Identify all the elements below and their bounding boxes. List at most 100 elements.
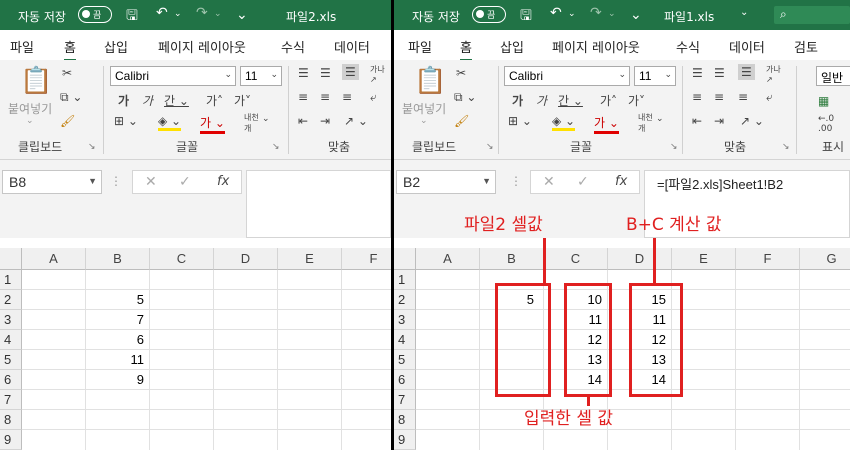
- cell-b5[interactable]: 11: [86, 350, 150, 370]
- tab-home[interactable]: 홈: [64, 37, 76, 62]
- tab-review[interactable]: 검토: [794, 37, 818, 56]
- paste-label[interactable]: 붙여넣기: [402, 100, 446, 117]
- redo-icon[interactable]: ↷: [196, 5, 208, 21]
- chevron-down-icon[interactable]: ⌄: [262, 114, 270, 124]
- row-header[interactable]: 9: [0, 430, 22, 450]
- row-header[interactable]: 1: [394, 270, 416, 290]
- column-header[interactable]: D: [608, 248, 672, 270]
- chevron-down-icon[interactable]: ⌄: [174, 9, 182, 19]
- border-icon[interactable]: ⊞ ⌄: [114, 114, 138, 128]
- underline-icon[interactable]: 간 ⌄: [558, 92, 583, 109]
- row-header[interactable]: 4: [394, 330, 416, 350]
- align-center-icon[interactable]: ≡: [714, 90, 724, 104]
- bold-icon[interactable]: 가: [512, 92, 523, 109]
- row-header[interactable]: 2: [0, 290, 22, 310]
- autosave-toggle[interactable]: 끔: [78, 6, 112, 23]
- chevron-down-icon[interactable]: ⌄: [608, 9, 616, 19]
- dialog-launcher-icon[interactable]: ↘: [486, 142, 494, 152]
- formula-input[interactable]: [246, 170, 391, 238]
- cell-b6[interactable]: 9: [86, 370, 150, 390]
- align-right-icon[interactable]: ≡: [342, 90, 352, 104]
- row-header[interactable]: 7: [394, 390, 416, 410]
- row-header[interactable]: 8: [394, 410, 416, 430]
- increase-font-icon[interactable]: 가˄: [206, 92, 223, 109]
- row-header[interactable]: 5: [0, 350, 22, 370]
- dialog-launcher-icon[interactable]: ↘: [782, 142, 790, 152]
- increase-decimal-icon[interactable]: ←.0.00: [818, 114, 834, 134]
- align-right-icon[interactable]: ≡: [738, 90, 748, 104]
- cell-b2[interactable]: 5: [86, 290, 150, 310]
- tab-home[interactable]: 홈: [460, 37, 472, 62]
- dialog-launcher-icon[interactable]: ↘: [88, 142, 96, 152]
- chevron-down-icon[interactable]: ⌄: [568, 9, 576, 19]
- format-painter-icon[interactable]: 🖌: [454, 114, 469, 128]
- font-name-combo[interactable]: Calibri ⌄: [504, 66, 630, 86]
- font-size-combo[interactable]: 11 ⌄: [634, 66, 676, 86]
- row-header[interactable]: 3: [0, 310, 22, 330]
- row-header[interactable]: 1: [0, 270, 22, 290]
- enter-icon[interactable]: ✓: [577, 174, 589, 190]
- align-bottom-icon[interactable]: ☰: [738, 64, 755, 80]
- row-header[interactable]: 7: [0, 390, 22, 410]
- number-format-combo[interactable]: 일반: [816, 66, 850, 86]
- undo-icon[interactable]: ↶: [550, 5, 562, 21]
- increase-indent-icon[interactable]: ⇥: [714, 114, 724, 128]
- tab-page-layout[interactable]: 페이지 레이아웃: [552, 37, 640, 56]
- column-header[interactable]: B: [86, 248, 150, 270]
- column-header[interactable]: F: [736, 248, 800, 270]
- increase-indent-icon[interactable]: ⇥: [320, 114, 330, 128]
- row-header[interactable]: 5: [394, 350, 416, 370]
- insert-function-icon[interactable]: fx: [217, 174, 229, 189]
- column-header[interactable]: F: [342, 248, 391, 270]
- font-color-icon[interactable]: 가 ⌄: [594, 114, 619, 134]
- accounting-format-icon[interactable]: ▦: [818, 94, 829, 108]
- phonetic-icon[interactable]: 내천 개: [638, 112, 653, 134]
- row-header[interactable]: 2: [394, 290, 416, 310]
- redo-icon[interactable]: ↷: [590, 5, 602, 21]
- column-header[interactable]: E: [278, 248, 342, 270]
- tab-formulas[interactable]: 수식: [281, 37, 305, 56]
- column-header[interactable]: A: [22, 248, 86, 270]
- decrease-font-icon[interactable]: 가˅: [234, 92, 251, 109]
- autosave-toggle[interactable]: 끔: [472, 6, 506, 23]
- text-direction-icon[interactable]: 가나 ↗: [766, 64, 781, 84]
- select-all-corner[interactable]: [0, 248, 22, 270]
- italic-icon[interactable]: 가: [536, 92, 547, 109]
- copy-icon[interactable]: ⧉ ⌄: [454, 90, 476, 105]
- fill-color-icon[interactable]: ◈ ⌄: [158, 114, 182, 131]
- bold-icon[interactable]: 가: [118, 92, 129, 109]
- align-middle-icon[interactable]: ☰: [714, 66, 725, 80]
- decrease-font-icon[interactable]: 가˅: [628, 92, 645, 109]
- column-header[interactable]: A: [416, 248, 480, 270]
- chevron-down-icon[interactable]: ⌄: [656, 114, 664, 124]
- save-icon[interactable]: 🖫: [126, 5, 138, 29]
- decrease-indent-icon[interactable]: ⇤: [298, 114, 308, 128]
- cut-icon[interactable]: ✂: [62, 66, 72, 80]
- row-header[interactable]: 4: [0, 330, 22, 350]
- tab-insert[interactable]: 삽입: [104, 37, 128, 56]
- increase-font-icon[interactable]: 가˄: [600, 92, 617, 109]
- wrap-text-icon[interactable]: ⤶: [766, 90, 773, 105]
- tab-insert[interactable]: 삽입: [500, 37, 524, 56]
- row-header[interactable]: 3: [394, 310, 416, 330]
- tab-data[interactable]: 데이터: [334, 37, 370, 56]
- enter-icon[interactable]: ✓: [179, 174, 191, 190]
- cancel-icon[interactable]: ✕: [145, 174, 157, 190]
- paste-label[interactable]: 붙여넣기: [8, 100, 52, 117]
- chevron-down-icon[interactable]: ⌄: [26, 116, 34, 126]
- save-icon[interactable]: 🖫: [520, 5, 532, 29]
- column-header[interactable]: C: [544, 248, 608, 270]
- name-box[interactable]: B2 ▼: [396, 170, 496, 194]
- cut-icon[interactable]: ✂: [456, 66, 466, 80]
- cancel-icon[interactable]: ✕: [543, 174, 555, 190]
- copy-icon[interactable]: ⧉ ⌄: [60, 90, 82, 105]
- row-header[interactable]: 6: [394, 370, 416, 390]
- chevron-down-icon[interactable]: ⌄: [420, 116, 428, 126]
- select-all-corner[interactable]: [394, 248, 416, 270]
- font-color-icon[interactable]: 가 ⌄: [200, 114, 225, 134]
- text-direction-icon[interactable]: 가나 ↗: [370, 64, 385, 84]
- align-top-icon[interactable]: ☰: [692, 66, 703, 80]
- align-top-icon[interactable]: ☰: [298, 66, 309, 80]
- tab-page-layout[interactable]: 페이지 레이아웃: [158, 37, 246, 56]
- border-icon[interactable]: ⊞ ⌄: [508, 114, 532, 128]
